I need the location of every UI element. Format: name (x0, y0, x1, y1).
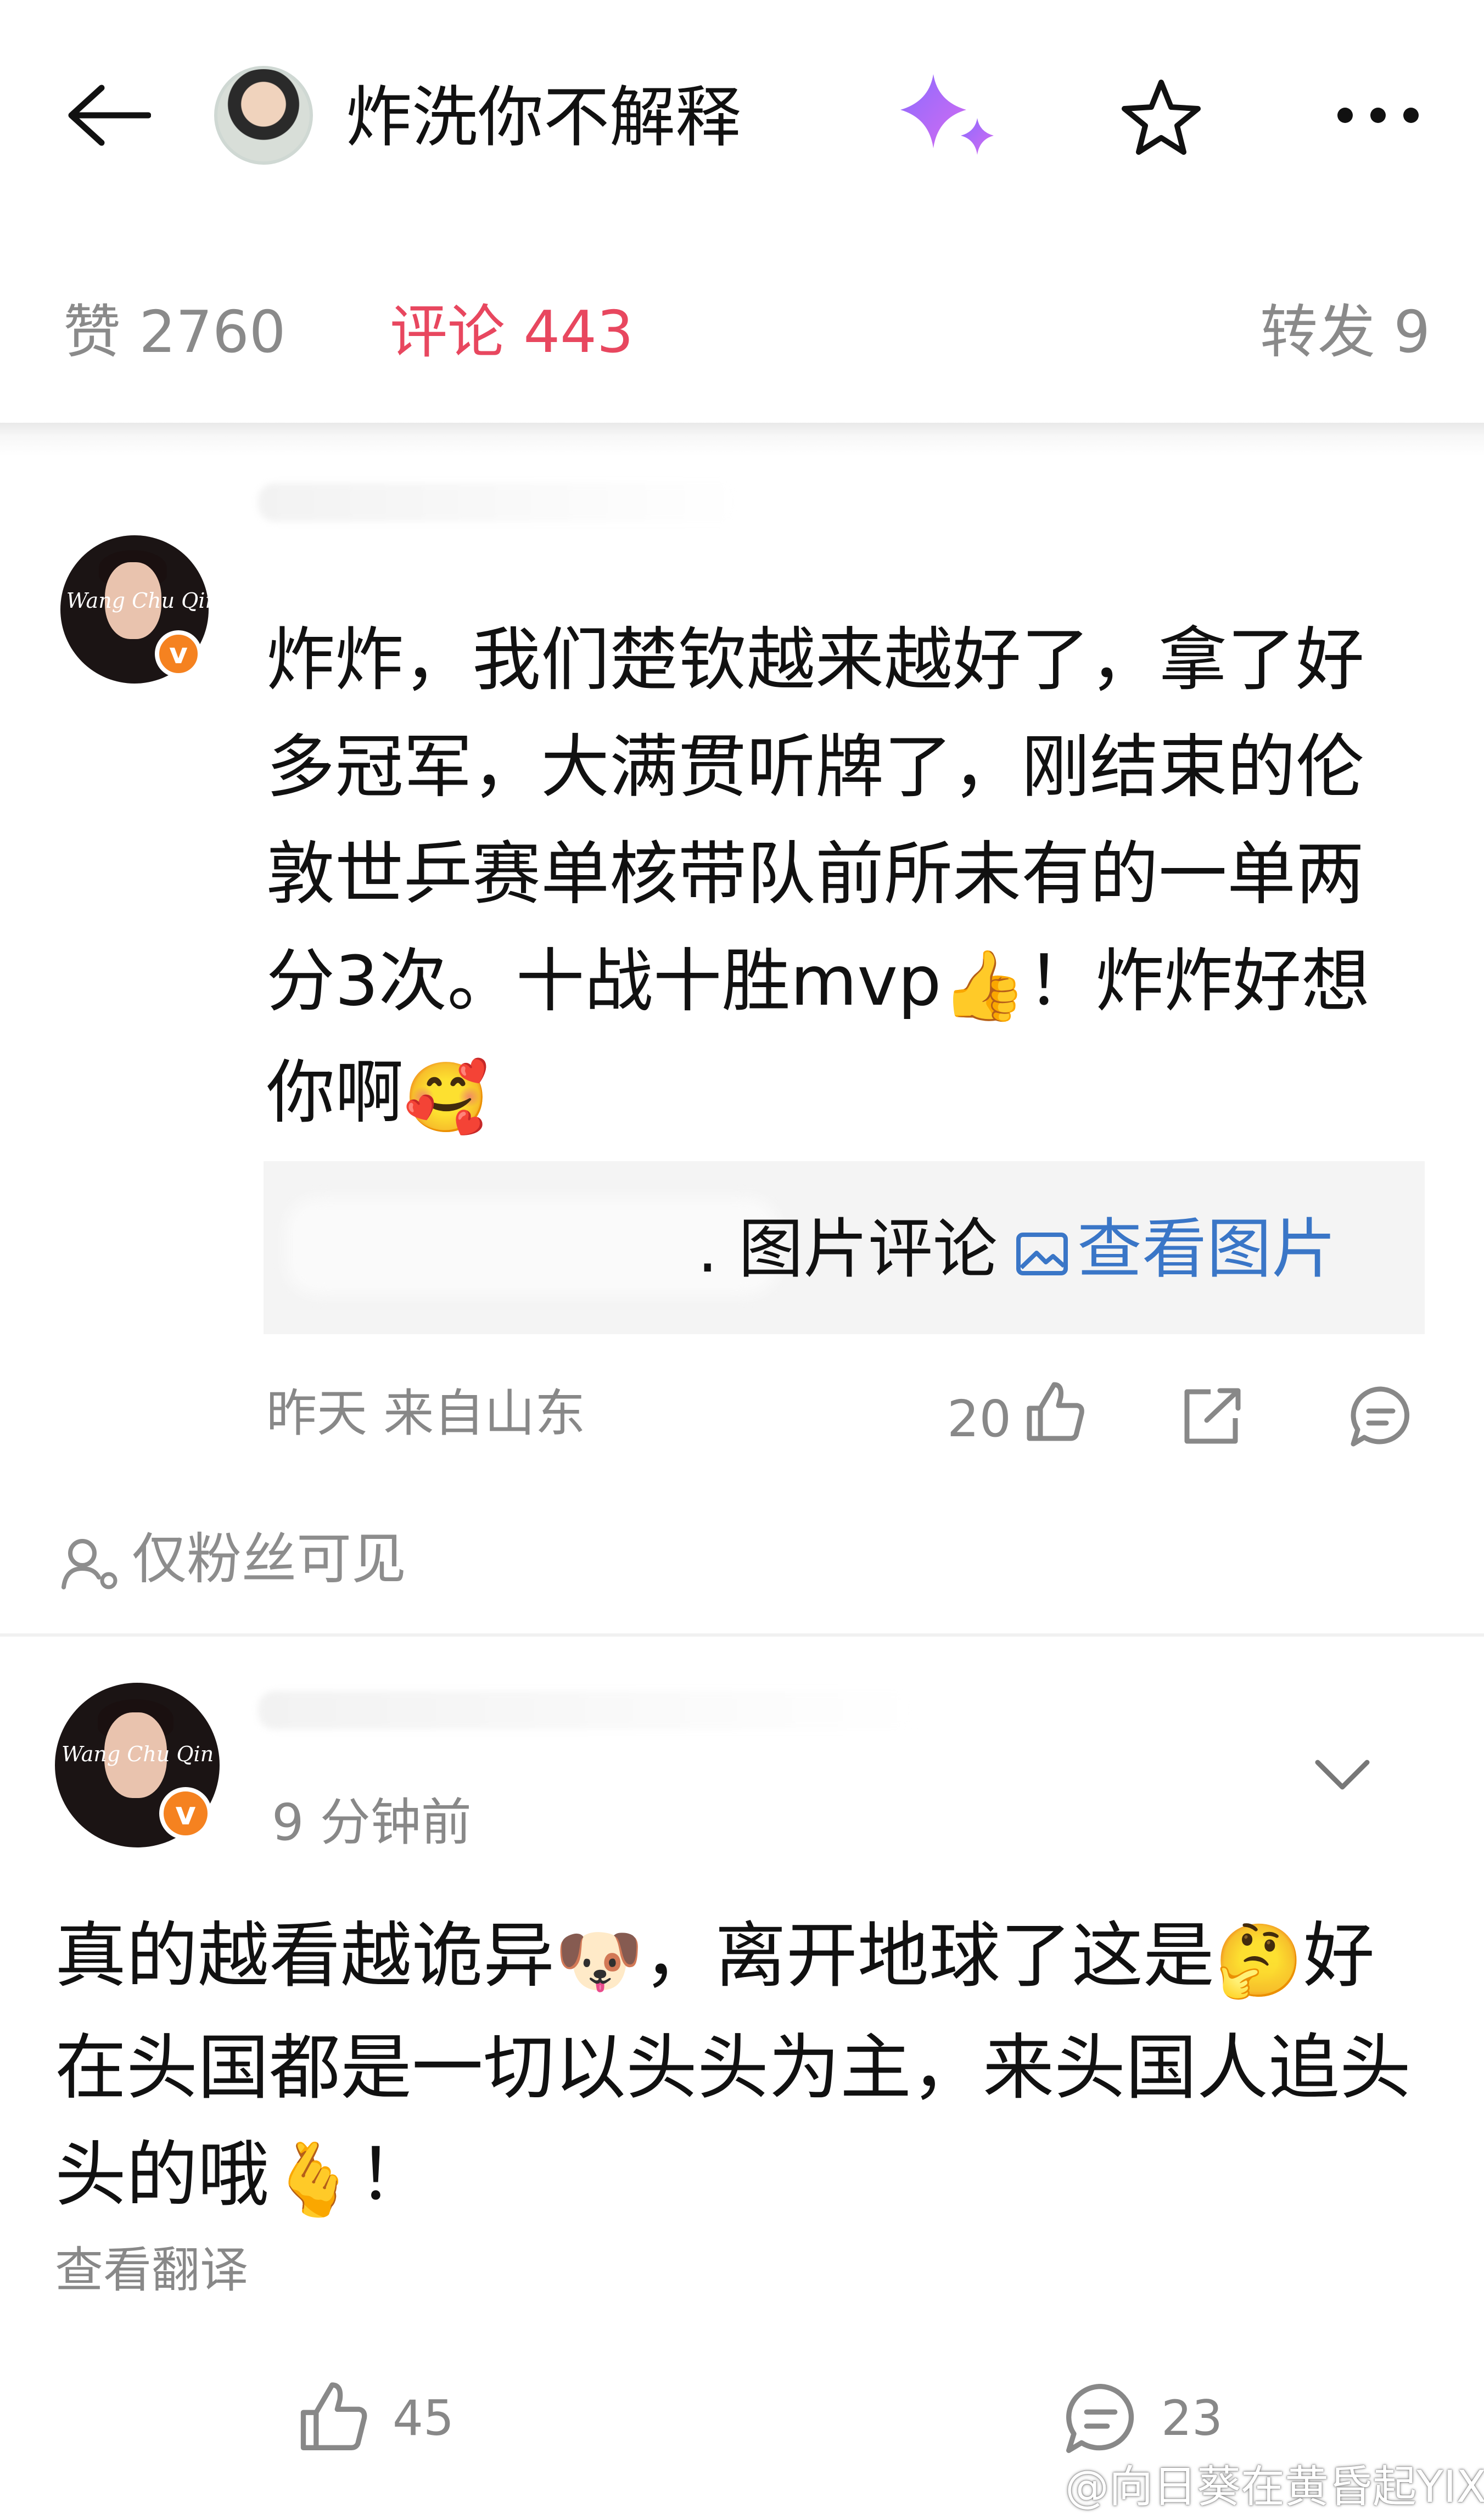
view-translation-link[interactable]: 查看翻译 (55, 2240, 248, 2300)
finger-heart-emoji: 🫰 (269, 2137, 358, 2221)
arrow-left-icon[interactable] (63, 82, 151, 148)
ai-sparkle-icon[interactable] (895, 71, 999, 159)
comment-time: 9 分钟前 (272, 1793, 472, 1852)
view-image-link[interactable]: 查看图片 (1016, 1211, 1336, 1287)
watermark: @向日葵在黄昏起YIX (1065, 2461, 1484, 2512)
page-title: 炸洗你不解释 (346, 80, 741, 156)
like-count: 20 (947, 1390, 1012, 1448)
avatar-signature: Wang Chu Qin (61, 1742, 214, 1766)
header-divider (0, 423, 1484, 456)
tab-comments[interactable]: 评论 443 (390, 299, 634, 365)
heart-face-emoji: 🥰 (404, 1057, 489, 1138)
section-divider (0, 1633, 1484, 1637)
person-icon (61, 1538, 117, 1589)
thumbs-up-icon[interactable] (294, 2377, 371, 2454)
comment-text: 真的越看越诡异🐶，离开地球了这是🤔好在头国都是一切以头头为主，来头国人追头头的哦… (55, 1902, 1416, 2233)
fans-only-notice: 仅粉丝可见 (60, 1526, 406, 1592)
thumbs-up-emoji: 👍 (941, 946, 1027, 1026)
poster-avatar[interactable] (214, 66, 313, 165)
thumbs-up-icon[interactable] (1021, 1378, 1087, 1444)
image-icon (1016, 1232, 1068, 1275)
verified-badge: v (159, 1787, 212, 1840)
reply-count: 23 (1161, 2390, 1223, 2446)
avatar-signature: Wang Chu Qin (66, 589, 209, 613)
comment-bubble-icon[interactable] (1348, 1384, 1414, 1449)
comment-bubble-icon[interactable] (1062, 2380, 1139, 2457)
dog-emoji: 🐶 (555, 1918, 643, 2002)
blurred-username (258, 1691, 917, 1729)
thinking-emoji: 🤔 (1214, 1918, 1303, 2002)
tab-likes[interactable]: 赞 2760 (63, 299, 286, 365)
image-comment-label: . 图片评论 (697, 1211, 998, 1287)
comment-time-location: 昨天 来自山东 (266, 1384, 586, 1443)
like-count: 45 (393, 2390, 454, 2446)
blurred-username (258, 483, 741, 522)
verified-badge: v (155, 630, 202, 677)
more-dots-icon[interactable] (1334, 104, 1422, 126)
tab-reposts[interactable]: 转发 9 (1260, 299, 1430, 365)
comment-text: 炸炸，我们楚钦越来越好了，拿了好多冠军，大满贯听牌了，刚结束的伦敦世乒赛单核带队… (266, 607, 1419, 1151)
star-outline-icon[interactable] (1120, 77, 1202, 159)
share-icon[interactable] (1180, 1386, 1246, 1447)
chevron-down-icon[interactable] (1312, 1754, 1373, 1798)
